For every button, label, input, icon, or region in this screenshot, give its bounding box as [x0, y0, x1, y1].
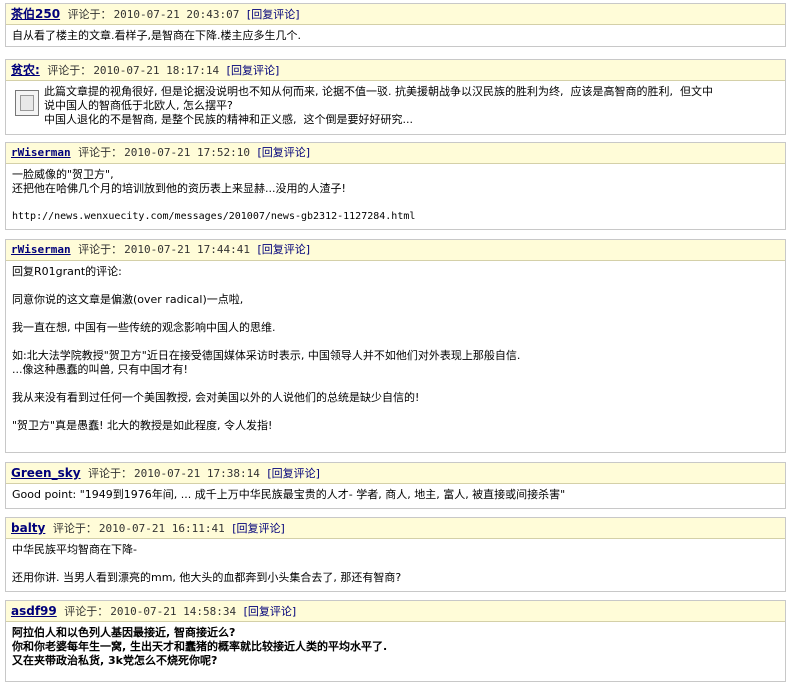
comment-header: rWiserman 评论于： 2010-07-21 17:52:10 [回复评论]	[6, 143, 785, 164]
comment-header: asdf99 评论于： 2010-07-21 14:58:34 [回复评论]	[6, 601, 785, 622]
comment-line: 又在夹带政治私货, 3k党怎么不烧死你呢?	[12, 654, 218, 667]
author-link[interactable]: rWiserman	[11, 243, 71, 256]
reply-comment-link[interactable]: [回复评论]	[244, 605, 297, 618]
author-link[interactable]: balty	[11, 521, 45, 535]
comment-line	[12, 279, 779, 293]
comment-line: 自从看了楼主的文章.看样子,是智商在下降.楼主应多生几个.	[12, 29, 301, 42]
comment-line: 你和你老婆每年生一窝, 生出天才和蠢猪的概率就比较接近人类的平均水平了.	[12, 640, 388, 653]
comment-body: 中华民族平均智商在下降- 还用你讲. 当男人看到漂亮的mm, 他大头的血都奔到小…	[6, 539, 785, 589]
comment-card: Green_sky 评论于： 2010-07-21 17:38:14 [回复评论]…	[5, 462, 786, 509]
author-link[interactable]: rWiserman	[11, 146, 71, 159]
author-link[interactable]: asdf99	[11, 604, 57, 618]
comment-header: 茶伯250 评论于： 2010-07-21 20:43:07 [回复评论]	[6, 4, 785, 25]
comment-line: 回复R01grant的评论:	[12, 265, 122, 278]
comment-card: 茶伯250 评论于： 2010-07-21 20:43:07 [回复评论] 自从看…	[5, 3, 786, 47]
comment-timestamp: 2010-07-21 17:52:10	[124, 146, 250, 159]
comment-line: 还用你讲. 当男人看到漂亮的mm, 他大头的血都奔到小头集合去了, 那还有智商?	[12, 571, 402, 584]
comment-body: 此篇文章提的视角很好, 但是论据没说明也不知从何而来, 论据不值一驳. 抗美援朝…	[6, 81, 785, 131]
comment-meta: 评论于： 2010-07-21 17:52:10	[78, 146, 250, 159]
comment-line: 我从来没有看到过任何一个美国教授, 会对美国以外的人说他们的总统是缺少自信的!	[12, 391, 420, 404]
comment-body: 一脸威像的"贺卫方", 还把他在哈佛几个月的培训放到他的资历表上来显赫...没用…	[6, 164, 785, 228]
comment-line: 此篇文章提的视角很好, 但是论据没说明也不知从何而来, 论据不值一驳. 抗美援朝…	[44, 85, 713, 98]
comment-line: 我一直在想, 中国有一些传统的观念影响中国人的思维.	[12, 321, 276, 334]
comment-line	[12, 557, 779, 571]
comment-header: balty 评论于： 2010-07-21 16:11:41 [回复评论]	[6, 518, 785, 539]
comment-label: 评论于：	[64, 605, 109, 618]
comment-label: 评论于：	[67, 8, 112, 21]
comment-line: 如:北大法学院教授"贺卫方"近日在接受德国媒体采访时表示, 中国领导人并不如他们…	[12, 349, 521, 362]
comment-timestamp: 2010-07-21 16:11:41	[98, 522, 225, 535]
comment-line: 说中国人的智商低于北欧人, 怎么摆平?	[44, 99, 233, 112]
reply-comment-link[interactable]: [回复评论]	[247, 8, 300, 21]
comment-line: "贺卫方"真是愚蠢! 北大的教授是如此程度, 令人发指!	[12, 419, 273, 432]
author-link[interactable]: 茶伯250	[11, 7, 60, 21]
comment-timestamp: 2010-07-21 17:44:41	[124, 243, 250, 256]
comment-meta: 评论于： 2010-07-21 18:17:14	[47, 64, 219, 77]
avatar-frame	[20, 95, 34, 111]
comment-label: 评论于：	[52, 522, 97, 535]
reply-comment-link[interactable]: [回复评论]	[227, 64, 280, 77]
comment-line: 同意你说的这文章是偏激(over radical)一点啦,	[12, 293, 244, 306]
comment-timestamp: 2010-07-21 14:58:34	[110, 605, 237, 618]
comment-body: 阿拉伯人和以色列人基因最接近, 智商接近么? 你和你老婆每年生一窝, 生出天才和…	[6, 622, 785, 672]
comment-label: 评论于：	[47, 64, 92, 77]
comment-line: Good point: "1949到1976年间, ... 成千上万中华民族最宝…	[12, 488, 566, 501]
comment-timestamp: 2010-07-21 18:17:14	[93, 64, 220, 77]
comment-body: 自从看了楼主的文章.看样子,是智商在下降.楼主应多生几个.	[6, 25, 785, 47]
reply-comment-link[interactable]: [回复评论]	[267, 467, 320, 480]
comment-url: http://news.wenxuecity.com/messages/2010…	[12, 211, 416, 222]
comment-card: 贫农: 评论于： 2010-07-21 18:17:14 [回复评论] 此篇文章提…	[5, 59, 786, 135]
comment-header: Green_sky 评论于： 2010-07-21 17:38:14 [回复评论]	[6, 463, 785, 484]
comment-meta: 评论于： 2010-07-21 14:58:34	[64, 605, 236, 618]
comment-card: balty 评论于： 2010-07-21 16:11:41 [回复评论] 中华民…	[5, 517, 786, 592]
comment-header: rWiserman 评论于： 2010-07-21 17:44:41 [回复评论]	[6, 240, 785, 261]
comment-meta: 评论于： 2010-07-21 20:43:07	[68, 8, 240, 21]
comment-line	[12, 377, 779, 391]
comment-line: 中国人退化的不是智商, 是整个民族的精神和正义感, 这个倒是要好好研究...	[44, 113, 413, 126]
comment-card: asdf99 评论于： 2010-07-21 14:58:34 [回复评论] 阿拉…	[5, 600, 786, 682]
comment-line	[12, 307, 779, 321]
comment-timestamp: 2010-07-21 17:38:14	[134, 467, 260, 480]
author-link[interactable]: 贫农:	[11, 63, 40, 77]
comment-meta: 评论于： 2010-07-21 17:44:41	[78, 243, 250, 256]
comment-line: 还把他在哈佛几个月的培训放到他的资历表上来显赫...没用的人渣子!	[12, 182, 346, 195]
comment-line: 阿拉伯人和以色列人基因最接近, 智商接近么?	[12, 626, 236, 639]
comment-header: 贫农: 评论于： 2010-07-21 18:17:14 [回复评论]	[6, 60, 785, 81]
comment-card: rWiserman 评论于： 2010-07-21 17:52:10 [回复评论]…	[5, 142, 786, 230]
reply-comment-link[interactable]: [回复评论]	[232, 522, 285, 535]
author-link[interactable]: Green_sky	[11, 466, 81, 480]
comment-label: 评论于：	[78, 146, 123, 159]
avatar-icon	[15, 90, 39, 116]
comment-meta: 评论于： 2010-07-21 16:11:41	[53, 522, 225, 535]
comment-line: ...像这种愚蠢的叫兽, 只有中国才有!	[12, 363, 188, 376]
comment-body: Good point: "1949到1976年间, ... 成千上万中华民族最宝…	[6, 484, 785, 506]
comment-label: 评论于：	[78, 243, 123, 256]
reply-comment-link[interactable]: [回复评论]	[257, 146, 310, 159]
comment-card: rWiserman 评论于： 2010-07-21 17:44:41 [回复评论]…	[5, 239, 786, 453]
comment-label: 评论于：	[88, 467, 133, 480]
comment-line: 一脸威像的"贺卫方",	[12, 168, 114, 181]
comment-meta: 评论于： 2010-07-21 17:38:14	[88, 467, 260, 480]
comment-timestamp: 2010-07-21 20:43:07	[113, 8, 240, 21]
comment-line	[12, 335, 779, 349]
comment-line	[12, 405, 779, 419]
comment-line	[12, 196, 779, 210]
comment-line: 中华民族平均智商在下降-	[12, 543, 137, 556]
reply-comment-link[interactable]: [回复评论]	[257, 243, 310, 256]
comment-body: 回复R01grant的评论: 同意你说的这文章是偏激(over radical)…	[6, 261, 785, 437]
